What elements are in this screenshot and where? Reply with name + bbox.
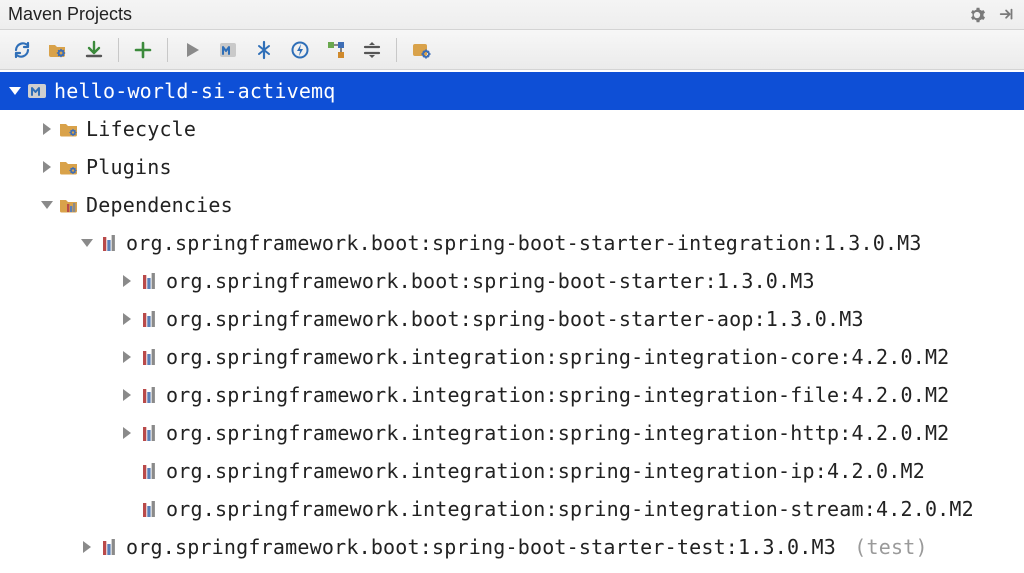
chevron-right-icon [79,539,95,555]
dependency-node[interactable]: org.springframework.integration:spring-i… [0,376,1024,414]
dependency-coords: org.springframework.boot:spring-boot-sta… [126,537,928,557]
dependency-node[interactable]: org.springframework.integration:spring-i… [0,452,1024,490]
dependency-node[interactable]: org.springframework.boot:spring-boot-sta… [0,262,1024,300]
diagram-icon [325,39,347,61]
collapse-all-button[interactable] [356,34,388,66]
dependency-coords: org.springframework.integration:spring-i… [166,499,974,519]
expand-toggle[interactable] [38,120,56,138]
chevron-right-icon [119,273,135,289]
panel-title: Maven Projects [8,4,958,25]
dependency-coords: org.springframework.integration:spring-i… [166,461,925,481]
dependency-node[interactable]: org.springframework.integration:spring-i… [0,414,1024,452]
chevron-right-icon [119,349,135,365]
expand-toggle[interactable] [38,158,56,176]
run-icon [181,39,203,61]
expand-toggle[interactable] [118,310,136,328]
maven-projects-tree[interactable]: hello-world-si-activemq Lifecycle Plugin… [0,70,1024,572]
library-icon [138,461,160,481]
dependency-scope: (test) [854,535,927,559]
dependency-node[interactable]: org.springframework.boot:spring-boot-sta… [0,528,1024,566]
library-icon [98,537,120,557]
toggle-skip-tests-button[interactable] [248,34,280,66]
project-root-node[interactable]: hello-world-si-activemq [0,72,1024,110]
maven-toolbar [0,30,1024,70]
maven-project-icon [26,81,48,101]
dependency-node[interactable]: org.springframework.boot:spring-boot-sta… [0,300,1024,338]
add-maven-project-button[interactable] [127,34,159,66]
chevron-right-icon [119,425,135,441]
chevron-right-icon [119,311,135,327]
dependency-coords: org.springframework.boot:spring-boot-sta… [126,233,922,253]
dependencies-node[interactable]: Dependencies [0,186,1024,224]
dependency-coords: org.springframework.boot:spring-boot-sta… [166,309,864,329]
chevron-right-icon [39,121,55,137]
dependencies-folder-icon [58,195,80,215]
expand-toggle[interactable] [38,196,56,214]
folder-gear-icon [58,119,80,139]
dependency-node[interactable]: org.springframework.integration:spring-i… [0,490,1024,528]
chevron-down-icon [79,235,95,251]
panel-titlebar: Maven Projects [0,0,1024,30]
settings-icon [410,39,432,61]
expand-toggle[interactable] [78,234,96,252]
folder-gear-icon [47,39,69,61]
skip-tests-icon [253,39,275,61]
plugins-node[interactable]: Plugins [0,148,1024,186]
dependency-coords: org.springframework.integration:spring-i… [166,385,949,405]
hide-icon [998,6,1016,24]
library-icon [138,499,160,519]
node-label: Dependencies [86,195,233,215]
library-icon [98,233,120,253]
expand-toggle[interactable] [118,386,136,404]
reimport-button[interactable] [6,34,38,66]
library-icon [138,423,160,443]
refresh-icon [11,39,33,61]
expand-toggle[interactable] [118,272,136,290]
offline-icon [289,39,311,61]
gear-icon [968,6,986,24]
node-label: Plugins [86,157,172,177]
chevron-down-icon [7,83,23,99]
execute-maven-goal-button[interactable] [212,34,244,66]
collapse-icon [361,39,383,61]
show-dependencies-diagram-button[interactable] [320,34,352,66]
plus-icon [132,39,154,61]
dependency-coords: org.springframework.boot:spring-boot-sta… [166,271,815,291]
dependency-coords: org.springframework.integration:spring-i… [166,347,949,367]
project-name-label: hello-world-si-activemq [54,81,336,101]
maven-m-icon [217,39,239,61]
maven-settings-button[interactable] [405,34,437,66]
generate-sources-button[interactable] [42,34,74,66]
panel-hide-button[interactable] [996,4,1018,26]
toolbar-separator [396,38,397,62]
chevron-right-icon [119,387,135,403]
expand-toggle[interactable] [118,424,136,442]
expand-toggle[interactable] [6,82,24,100]
expand-toggle[interactable] [118,348,136,366]
download-sources-button[interactable] [78,34,110,66]
chevron-down-icon [39,197,55,213]
run-maven-build-button[interactable] [176,34,208,66]
dependency-coords-text: org.springframework.boot:spring-boot-sta… [126,535,836,559]
library-icon [138,309,160,329]
toolbar-separator [118,38,119,62]
chevron-right-icon [39,159,55,175]
node-label: Lifecycle [86,119,196,139]
library-icon [138,347,160,367]
lifecycle-node[interactable]: Lifecycle [0,110,1024,148]
download-icon [83,39,105,61]
dependency-coords: org.springframework.integration:spring-i… [166,423,949,443]
toggle-offline-mode-button[interactable] [284,34,316,66]
expand-toggle[interactable] [78,538,96,556]
library-icon [138,271,160,291]
dependency-node[interactable]: org.springframework.boot:spring-boot-sta… [0,224,1024,262]
dependency-node[interactable]: org.springframework.integration:spring-i… [0,338,1024,376]
library-icon [138,385,160,405]
panel-settings-button[interactable] [966,4,988,26]
folder-gear-icon [58,157,80,177]
toolbar-separator [167,38,168,62]
